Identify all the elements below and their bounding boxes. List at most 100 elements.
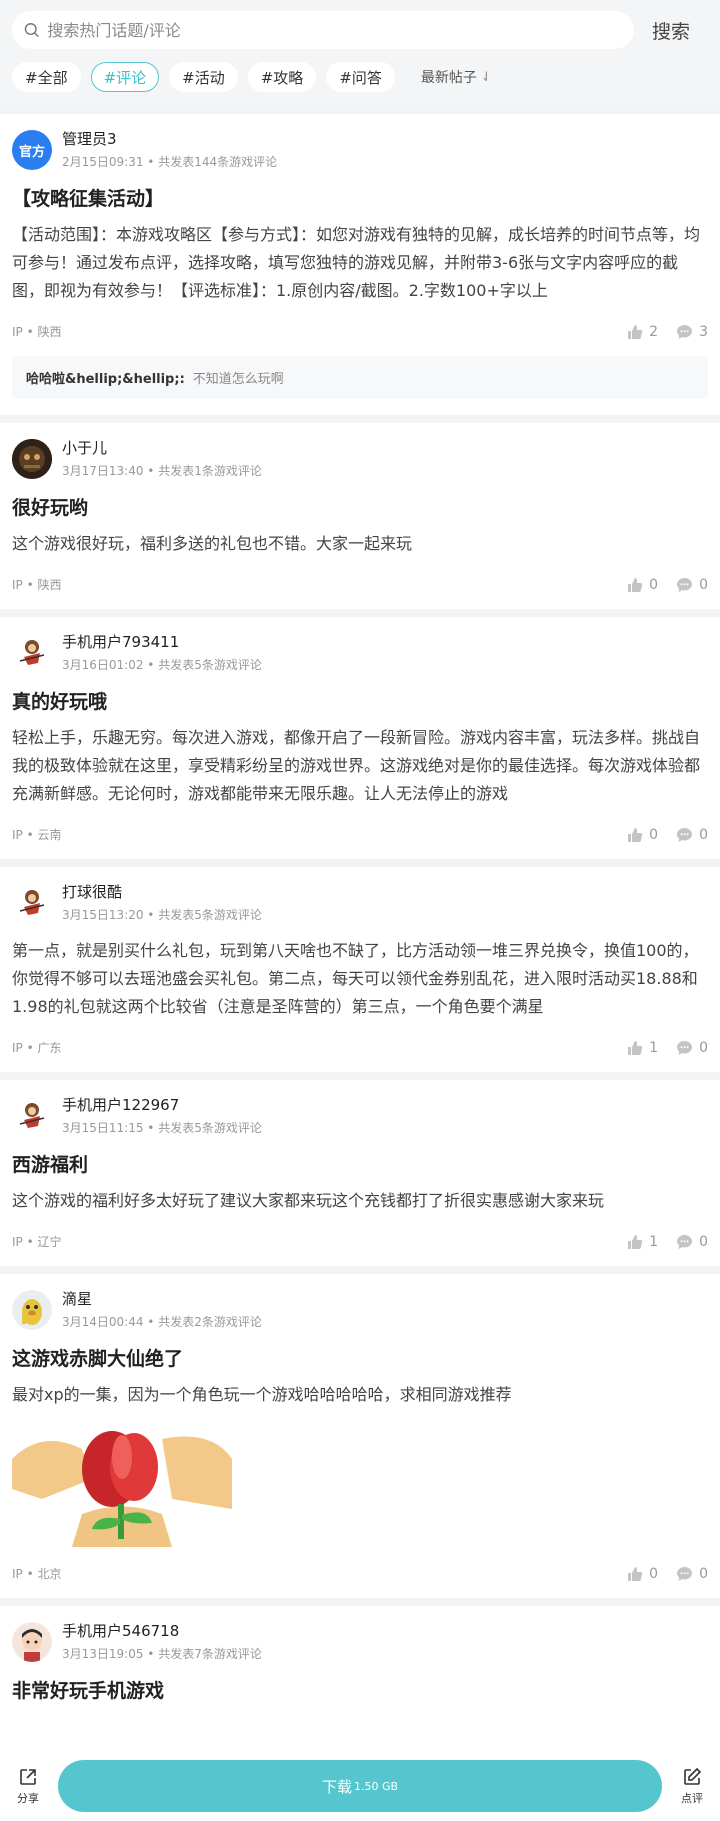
like-button[interactable]: 0 [627, 577, 658, 593]
thumbs-up-icon [628, 324, 643, 339]
post-actions: 2 3 [627, 324, 708, 340]
comment-icon [677, 324, 693, 339]
avatar[interactable] [12, 1096, 52, 1136]
post-body: 第一点，就是别买什么礼包，玩到第八天啥也不缺了，比方活动领一堆三界兑换令，换值1… [12, 941, 699, 1016]
post-header: 手机用户122967 3月15日11:15 • 共发表5条游戏评论 [12, 1094, 708, 1136]
like-count: 0 [649, 576, 659, 593]
post-meta: 2月15日09:31 • 共发表144条游戏评论 [62, 155, 278, 169]
post-actions: 0 0 [627, 1566, 708, 1582]
author-info: 打球很酷 3月15日13:20 • 共发表5条游戏评论 [62, 881, 262, 923]
bottom-bar: 分享 下载 1.50 GB 点评 [0, 1751, 720, 1821]
comment-icon [677, 577, 693, 592]
monkey-avatar-icon [19, 640, 45, 665]
avatar[interactable] [12, 1290, 52, 1330]
post-card[interactable]: 手机用户793411 3月16日01:02 • 共发表5条游戏评论 真的好玩哦 … [0, 609, 720, 859]
tab-all[interactable]: #全部 [12, 62, 81, 92]
avatar[interactable] [12, 439, 52, 479]
tab-reviews[interactable]: #评论 [90, 62, 160, 92]
ip-location: IP • 陕西 [12, 578, 62, 592]
post-footer: IP • 陕西 0 0 [12, 576, 708, 593]
ip-location: IP • 广东 [12, 1041, 62, 1055]
comment-count: 0 [699, 1565, 708, 1582]
search-input[interactable] [47, 20, 622, 40]
edit-icon [684, 1767, 702, 1785]
author-name[interactable]: 打球很酷 [62, 881, 262, 902]
post-header: 手机用户546718 3月13日19:05 • 共发表7条游戏评论 [12, 1620, 708, 1662]
comment-button[interactable]: 0 [676, 827, 708, 843]
cartoon-boy-avatar-icon [12, 1622, 52, 1662]
thumbs-up-icon [628, 1566, 643, 1581]
search-box[interactable] [12, 11, 634, 49]
post-header: 打球很酷 3月15日13:20 • 共发表5条游戏评论 [12, 881, 708, 923]
avatar[interactable] [12, 633, 52, 673]
sort-arrows-icon: ⇃ [480, 69, 492, 85]
search-button[interactable]: 搜索 [634, 17, 708, 44]
sort-button[interactable]: 最新帖子 ⇃ [421, 67, 492, 87]
monkey-avatar-icon [19, 1103, 45, 1128]
author-name[interactable]: 管理员3 [62, 128, 277, 149]
comment-icon [677, 1234, 693, 1249]
comment-button[interactable]: 0 [676, 577, 708, 593]
share-button[interactable]: 分享 [10, 1767, 46, 1806]
author-info: 小于儿 3月17日13:40 • 共发表1条游戏评论 [62, 437, 262, 479]
author-name[interactable]: 手机用户793411 [62, 631, 262, 652]
review-button[interactable]: 点评 [674, 1767, 710, 1806]
comment-icon [677, 1040, 693, 1055]
search-icon [24, 23, 39, 37]
download-label: 下载 [321, 1777, 352, 1796]
comment-button[interactable]: 0 [676, 1040, 708, 1056]
post-header: 官方 管理员3 2月15日09:31 • 共发表144条游戏评论 [12, 128, 708, 170]
post-meta: 3月14日00:44 • 共发表2条游戏评论 [62, 1315, 262, 1329]
like-button[interactable]: 1 [627, 1234, 658, 1250]
post-card[interactable]: 手机用户122967 3月15日11:15 • 共发表5条游戏评论 西游福利 这… [0, 1072, 720, 1266]
like-button[interactable]: 0 [627, 827, 658, 843]
post-card[interactable]: 官方 管理员3 2月15日09:31 • 共发表144条游戏评论 【攻略征集活动… [0, 106, 720, 415]
avatar[interactable] [12, 883, 52, 923]
post-title: 真的好玩哦 [12, 691, 108, 713]
post-actions: 1 0 [627, 1040, 708, 1056]
author-info: 管理员3 2月15日09:31 • 共发表144条游戏评论 [62, 128, 277, 170]
avatar[interactable]: 官方 [12, 130, 52, 170]
comment-button[interactable]: 3 [676, 324, 708, 340]
avatar[interactable] [12, 1622, 52, 1662]
author-name[interactable]: 手机用户546718 [62, 1620, 262, 1641]
reply-text: 不知道怎么玩啊 [192, 372, 284, 387]
post-image[interactable] [12, 1419, 232, 1547]
post-meta: 3月16日01:02 • 共发表5条游戏评论 [62, 658, 262, 672]
app-root: 搜索 #全部 #评论 #活动 #攻略 #问答 最新帖子 ⇃ 官方 管理员3 2月… [0, 0, 720, 1821]
download-button[interactable]: 下载 1.50 GB [58, 1760, 662, 1812]
author-info: 滴星 3月14日00:44 • 共发表2条游戏评论 [62, 1288, 262, 1330]
author-name[interactable]: 手机用户122967 [62, 1094, 262, 1115]
ip-location: IP • 北京 [12, 1567, 62, 1581]
post-card[interactable]: 滴星 3月14日00:44 • 共发表2条游戏评论 这游戏赤脚大仙绝了 最对xp… [0, 1266, 720, 1598]
author-name[interactable]: 小于儿 [62, 437, 262, 458]
thumbs-up-icon [628, 1040, 643, 1055]
post-card[interactable]: 手机用户546718 3月13日19:05 • 共发表7条游戏评论 非常好玩手机… [0, 1598, 720, 1719]
post-body: 【活动范围】：本游戏攻略区【参与方式】：如您对游戏有独特的见解，成长培养的时间节… [12, 225, 701, 300]
post-body: 最对xp的一集，因为一个角色玩一个游戏哈哈哈哈哈，求相同游戏推荐 [12, 1385, 512, 1404]
tab-guides[interactable]: #攻略 [247, 62, 317, 92]
like-button[interactable]: 0 [627, 1566, 658, 1582]
reply-preview[interactable]: 哈哈啦&hellip;&hellip;: 不知道怎么玩啊 [12, 356, 708, 399]
tab-events[interactable]: #活动 [169, 62, 238, 92]
post-footer: IP • 辽宁 1 0 [12, 1233, 708, 1250]
post-card[interactable]: 小于儿 3月17日13:40 • 共发表1条游戏评论 很好玩哟 这个游戏很好玩，… [0, 415, 720, 609]
comment-button[interactable]: 0 [676, 1566, 708, 1582]
post-body: 这个游戏的福利好多太好玩了建议大家都来玩这个充钱都打了折很实惠感谢大家来玩 [12, 1191, 605, 1210]
post-header: 小于儿 3月17日13:40 • 共发表1条游戏评论 [12, 437, 708, 479]
ip-location: IP • 陕西 [12, 325, 62, 339]
like-button[interactable]: 1 [627, 1040, 658, 1056]
post-footer: IP • 北京 0 0 [12, 1565, 708, 1582]
author-name[interactable]: 滴星 [62, 1288, 262, 1309]
comment-button[interactable]: 0 [676, 1234, 708, 1250]
comment-count: 0 [699, 1233, 708, 1250]
comment-icon [677, 827, 693, 842]
post-title: 非常好玩手机游戏 [12, 1680, 165, 1702]
tab-qa[interactable]: #问答 [326, 62, 395, 92]
ip-location: IP • 云南 [12, 828, 62, 842]
comment-icon [677, 1566, 693, 1581]
like-button[interactable]: 2 [627, 324, 658, 340]
duck-avatar-icon [12, 1290, 52, 1330]
author-info: 手机用户793411 3月16日01:02 • 共发表5条游戏评论 [62, 631, 262, 673]
post-card[interactable]: 打球很酷 3月15日13:20 • 共发表5条游戏评论 第一点，就是别买什么礼包… [0, 859, 720, 1072]
